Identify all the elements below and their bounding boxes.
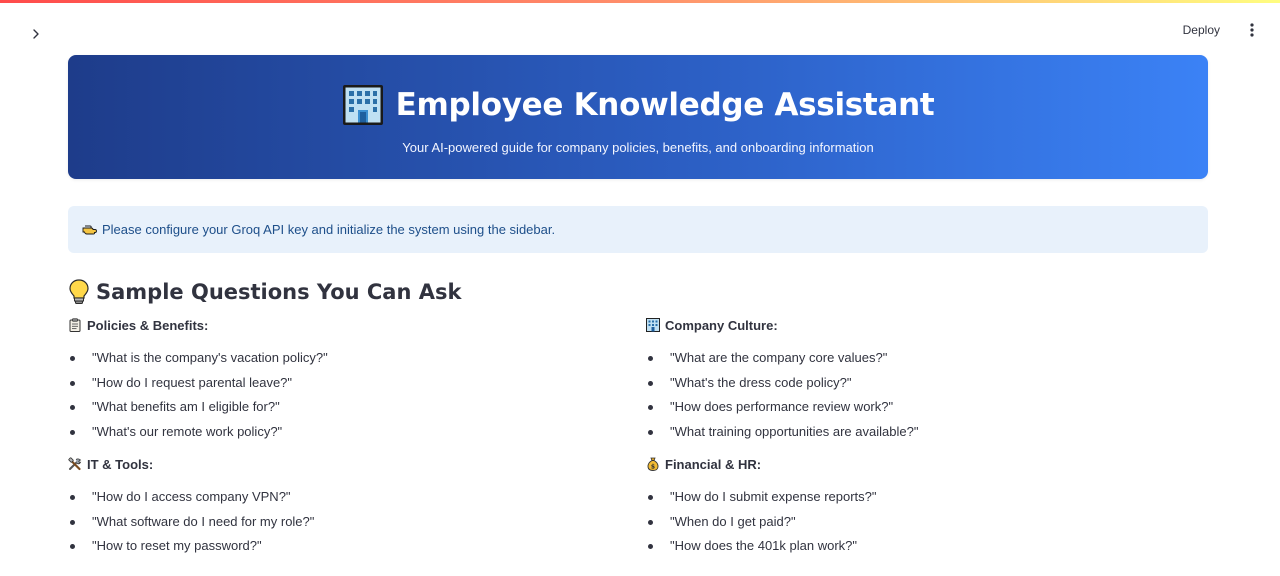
- list-item: "What training opportunities are availab…: [646, 423, 1186, 448]
- clipboard-icon: [69, 318, 81, 332]
- hero-banner: Employee Knowledge Assistant Your AI-pow…: [68, 55, 1208, 179]
- office-building-icon: [646, 318, 660, 332]
- list-item: "How do I access company VPN?": [68, 488, 608, 513]
- group-it-tools: IT & Tools: "How do I access company VPN…: [68, 454, 608, 562]
- group-title: Policies & Benefits:: [68, 315, 608, 335]
- list-item: "What are the company core values?": [646, 349, 1186, 374]
- question-list: "How do I access company VPN?" "What sof…: [68, 488, 608, 562]
- sidebar-toggle-button[interactable]: [24, 22, 48, 46]
- group-title-text: Company Culture:: [665, 317, 778, 333]
- header-actions: Deploy: [1177, 18, 1262, 42]
- right-column: Company Culture: "What are the company c…: [646, 315, 1186, 562]
- group-financial-hr: $ Financial & HR: "How do I submit expen…: [646, 454, 1186, 562]
- question-list: "What are the company core values?" "Wha…: [646, 349, 1186, 447]
- info-message: Please configure your Groq API key and i…: [102, 222, 556, 237]
- group-company-culture: Company Culture: "What are the company c…: [646, 315, 1186, 447]
- main-content: Employee Knowledge Assistant Your AI-pow…: [68, 55, 1208, 575]
- sample-questions-heading: Sample Questions You Can Ask: [68, 279, 1208, 305]
- question-list: "What is the company's vacation policy?"…: [68, 349, 608, 447]
- main-menu-button[interactable]: [1242, 18, 1262, 42]
- group-title-text: Policies & Benefits:: [87, 317, 209, 333]
- list-item: "When do I get paid?": [646, 513, 1186, 538]
- list-item: "How do I request parental leave?": [68, 374, 608, 399]
- group-policies-benefits: Policies & Benefits: "What is the compan…: [68, 315, 608, 447]
- sample-question-columns: Policies & Benefits: "What is the compan…: [68, 315, 1208, 575]
- list-item: "What's our remote work policy?": [68, 423, 608, 448]
- top-accent-bar: [0, 0, 1280, 3]
- list-item: "How does performance review work?": [646, 398, 1186, 423]
- hero-subtitle: Your AI-powered guide for company polici…: [402, 139, 874, 155]
- question-list: "How do I submit expense reports?" "When…: [646, 488, 1186, 562]
- list-item: "How do I submit expense reports?": [646, 488, 1186, 513]
- left-column: Policies & Benefits: "What is the compan…: [68, 315, 608, 562]
- list-item: "What is the company's vacation policy?": [68, 349, 608, 374]
- kebab-menu-icon: [1250, 23, 1254, 37]
- group-title-text: Financial & HR:: [665, 456, 762, 472]
- tools-icon: [68, 457, 82, 471]
- group-title: Company Culture:: [646, 315, 1186, 335]
- group-title-text: IT & Tools:: [87, 456, 154, 472]
- office-building-icon: [342, 84, 383, 125]
- pointing-hand-icon: [82, 223, 98, 237]
- money-bag-icon: $: [647, 457, 659, 471]
- hero-title-row: Employee Knowledge Assistant: [342, 84, 935, 126]
- info-alert: Please configure your Groq API key and i…: [68, 206, 1208, 253]
- svg-text:$: $: [651, 464, 655, 471]
- list-item: "How does the 401k plan work?": [646, 537, 1186, 562]
- list-item: "What software do I need for my role?": [68, 513, 608, 538]
- sample-questions-title: Sample Questions You Can Ask: [96, 280, 462, 304]
- list-item: "What's the dress code policy?": [646, 374, 1186, 399]
- light-bulb-icon: [69, 279, 89, 304]
- list-item: "How to reset my password?": [68, 537, 608, 562]
- deploy-button[interactable]: Deploy: [1177, 19, 1226, 41]
- group-title: $ Financial & HR:: [646, 454, 1186, 474]
- hero-title: Employee Knowledge Assistant: [395, 86, 935, 123]
- list-item: "What benefits am I eligible for?": [68, 398, 608, 423]
- chevron-right-icon: [33, 29, 39, 39]
- group-title: IT & Tools:: [68, 454, 608, 474]
